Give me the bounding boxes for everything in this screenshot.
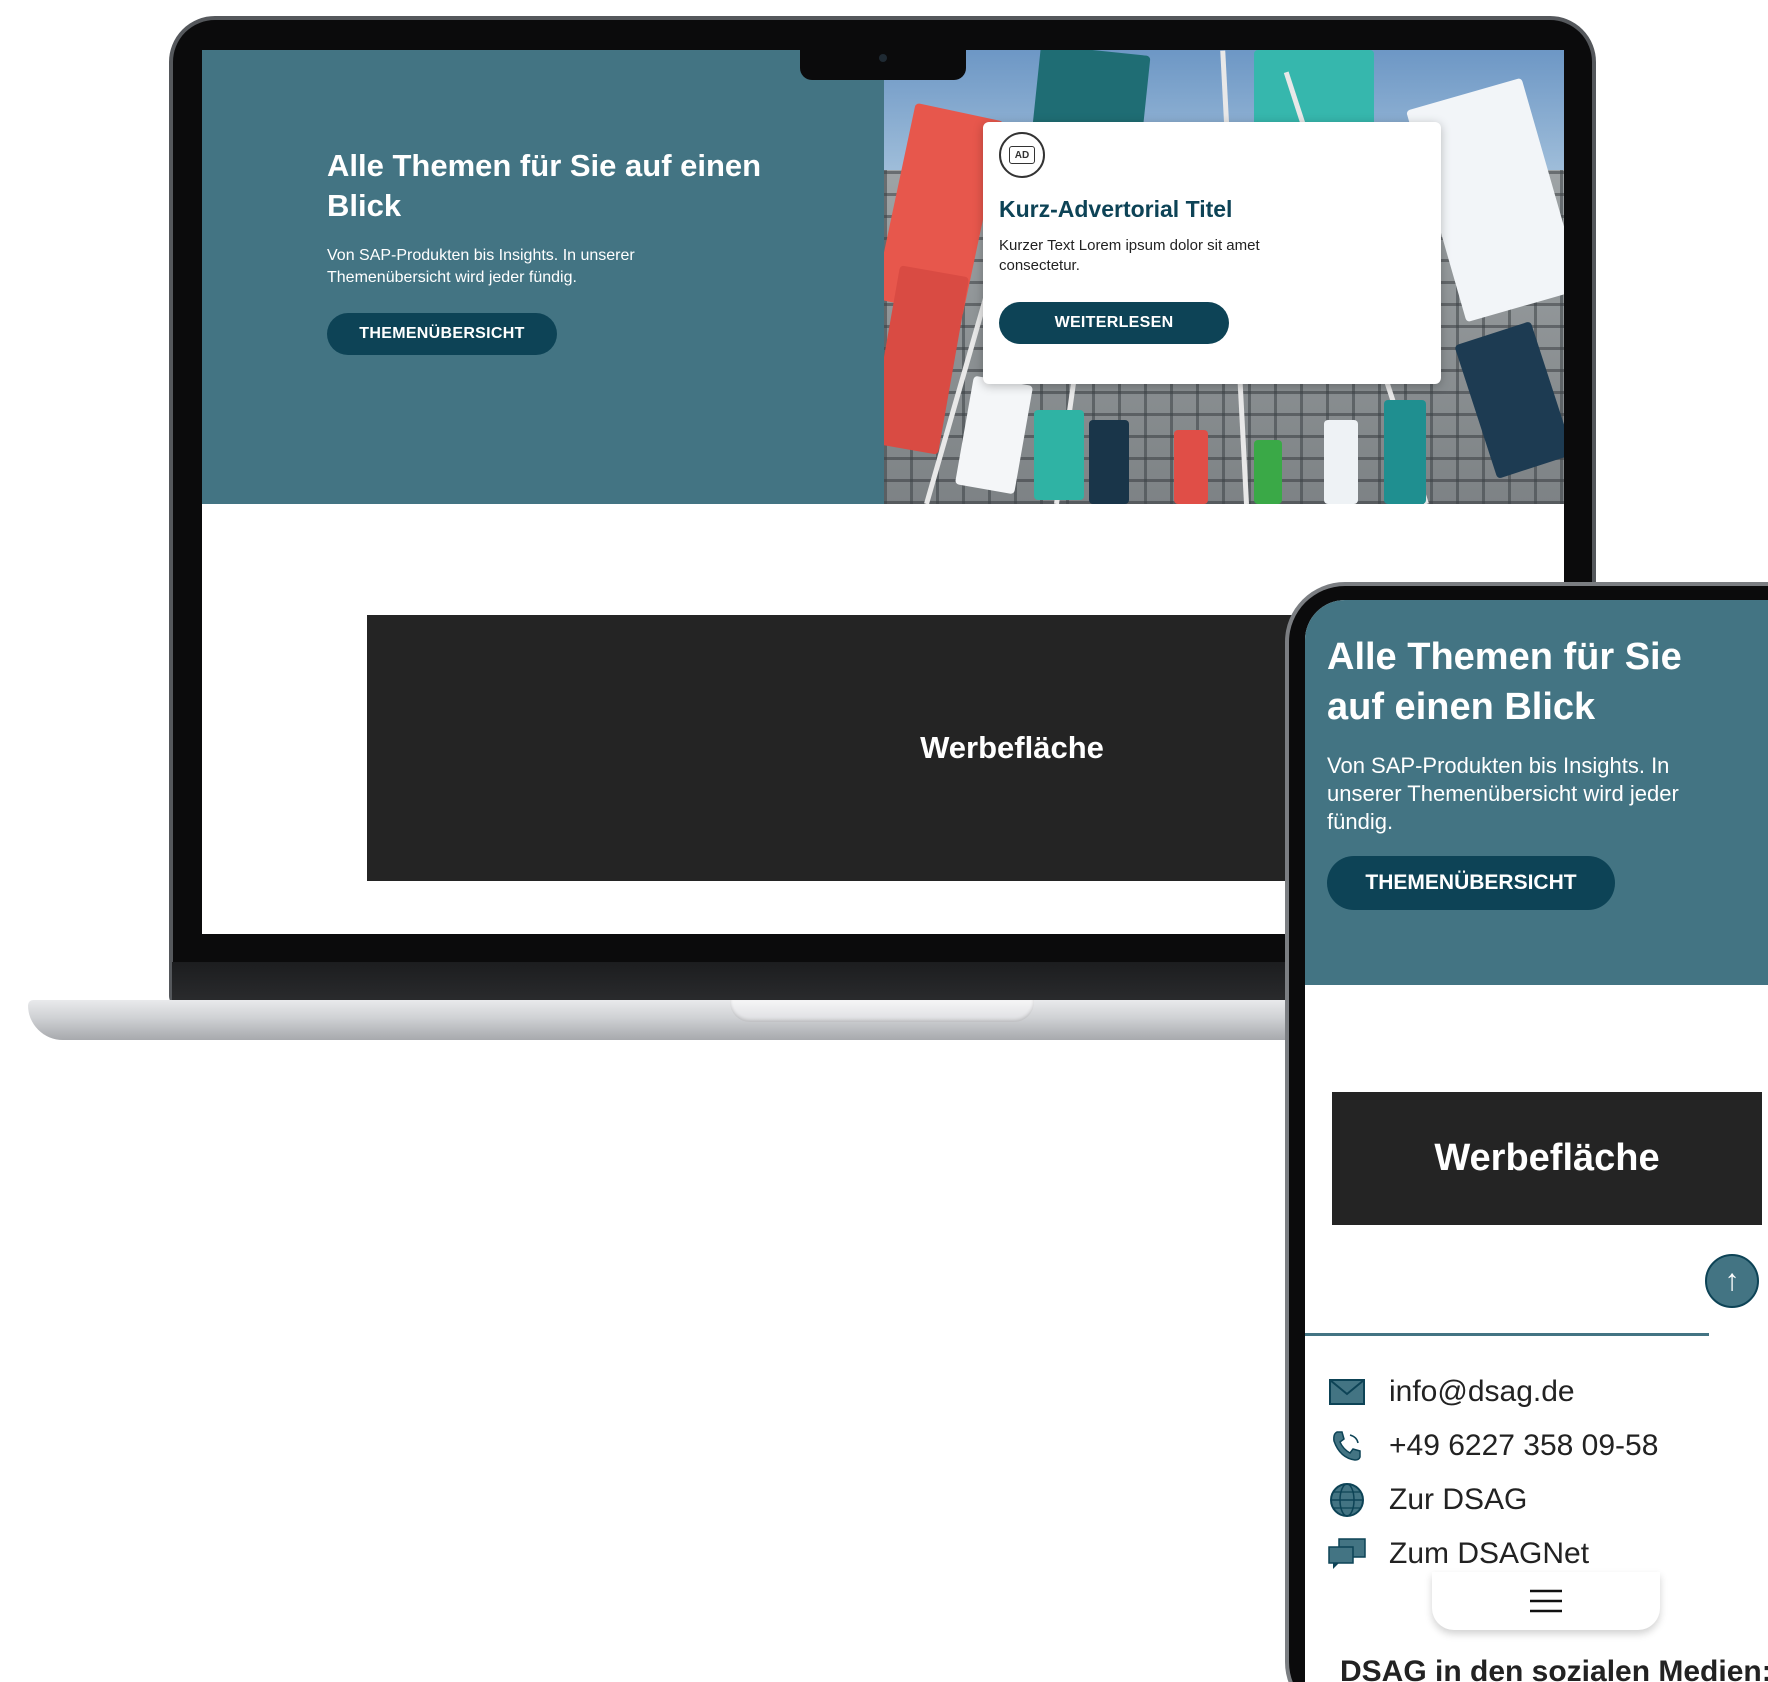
mobile-hero-text: Von SAP-Produkten bis Insights. In unser…: [1327, 753, 1679, 834]
contact-website[interactable]: Zur DSAG: [1327, 1475, 1757, 1525]
laptop-base-notch: [730, 1000, 1034, 1022]
advertorial-text: Kurzer Text Lorem ipsum dolor sit amet c…: [999, 237, 1260, 274]
topics-overview-button[interactable]: THEMENÜBERSICHT: [327, 313, 557, 355]
advertorial-card[interactable]: AD Kurz-Advertorial Titel Kurzer Text Lo…: [983, 122, 1441, 384]
hero-title: Alle Themen für Sie auf einen Blick: [327, 148, 762, 223]
ad-badge-icon: AD: [999, 132, 1045, 178]
contact-dsagnet-label: Zum DSAGNet: [1389, 1537, 1590, 1570]
hero-text: Von SAP-Produkten bis Insights. In unser…: [327, 247, 635, 286]
read-more-button[interactable]: WEITERLESEN: [999, 302, 1229, 344]
mobile-hero-section: Alle Themen für Sie auf einen Blick Von …: [1305, 600, 1768, 985]
laptop-camera-notch: [800, 48, 966, 80]
mobile-ad-space-banner[interactable]: Werbefläche: [1332, 1092, 1762, 1225]
mail-icon: [1327, 1372, 1367, 1412]
hero-section: Alle Themen für Sie auf einen Blick Von …: [202, 50, 884, 504]
chat-icon: [1327, 1534, 1367, 1574]
mobile-ad-space-label: Werbefläche: [1434, 1137, 1660, 1179]
contact-phone-label: +49 6227 358 09-58: [1389, 1429, 1659, 1462]
social-media-heading: DSAG in den sozialen Medien:: [1340, 1655, 1768, 1682]
mobile-hero-title: Alle Themen für Sie auf einen Blick: [1327, 636, 1682, 728]
contact-email-label: info@dsag.de: [1389, 1375, 1575, 1408]
globe-icon: [1327, 1480, 1367, 1520]
mobile-topics-overview-button[interactable]: THEMENÜBERSICHT: [1327, 856, 1615, 910]
phone-screen: Alle Themen für Sie auf einen Blick Von …: [1305, 600, 1768, 1682]
contact-website-label: Zur DSAG: [1389, 1483, 1528, 1516]
arrow-up-icon[interactable]: ↑: [1705, 1254, 1759, 1308]
advertorial-title: Kurz-Advertorial Titel: [999, 196, 1233, 222]
phone-icon: [1327, 1426, 1367, 1466]
ad-space-label: Werbefläche: [920, 730, 1104, 765]
footer-divider: [1305, 1333, 1709, 1336]
hamburger-menu-icon[interactable]: [1432, 1572, 1660, 1630]
contact-email[interactable]: info@dsag.de: [1327, 1367, 1757, 1417]
hero-image-flags: AD Kurz-Advertorial Titel Kurzer Text Lo…: [884, 50, 1564, 504]
contact-phone[interactable]: +49 6227 358 09-58: [1327, 1421, 1757, 1471]
